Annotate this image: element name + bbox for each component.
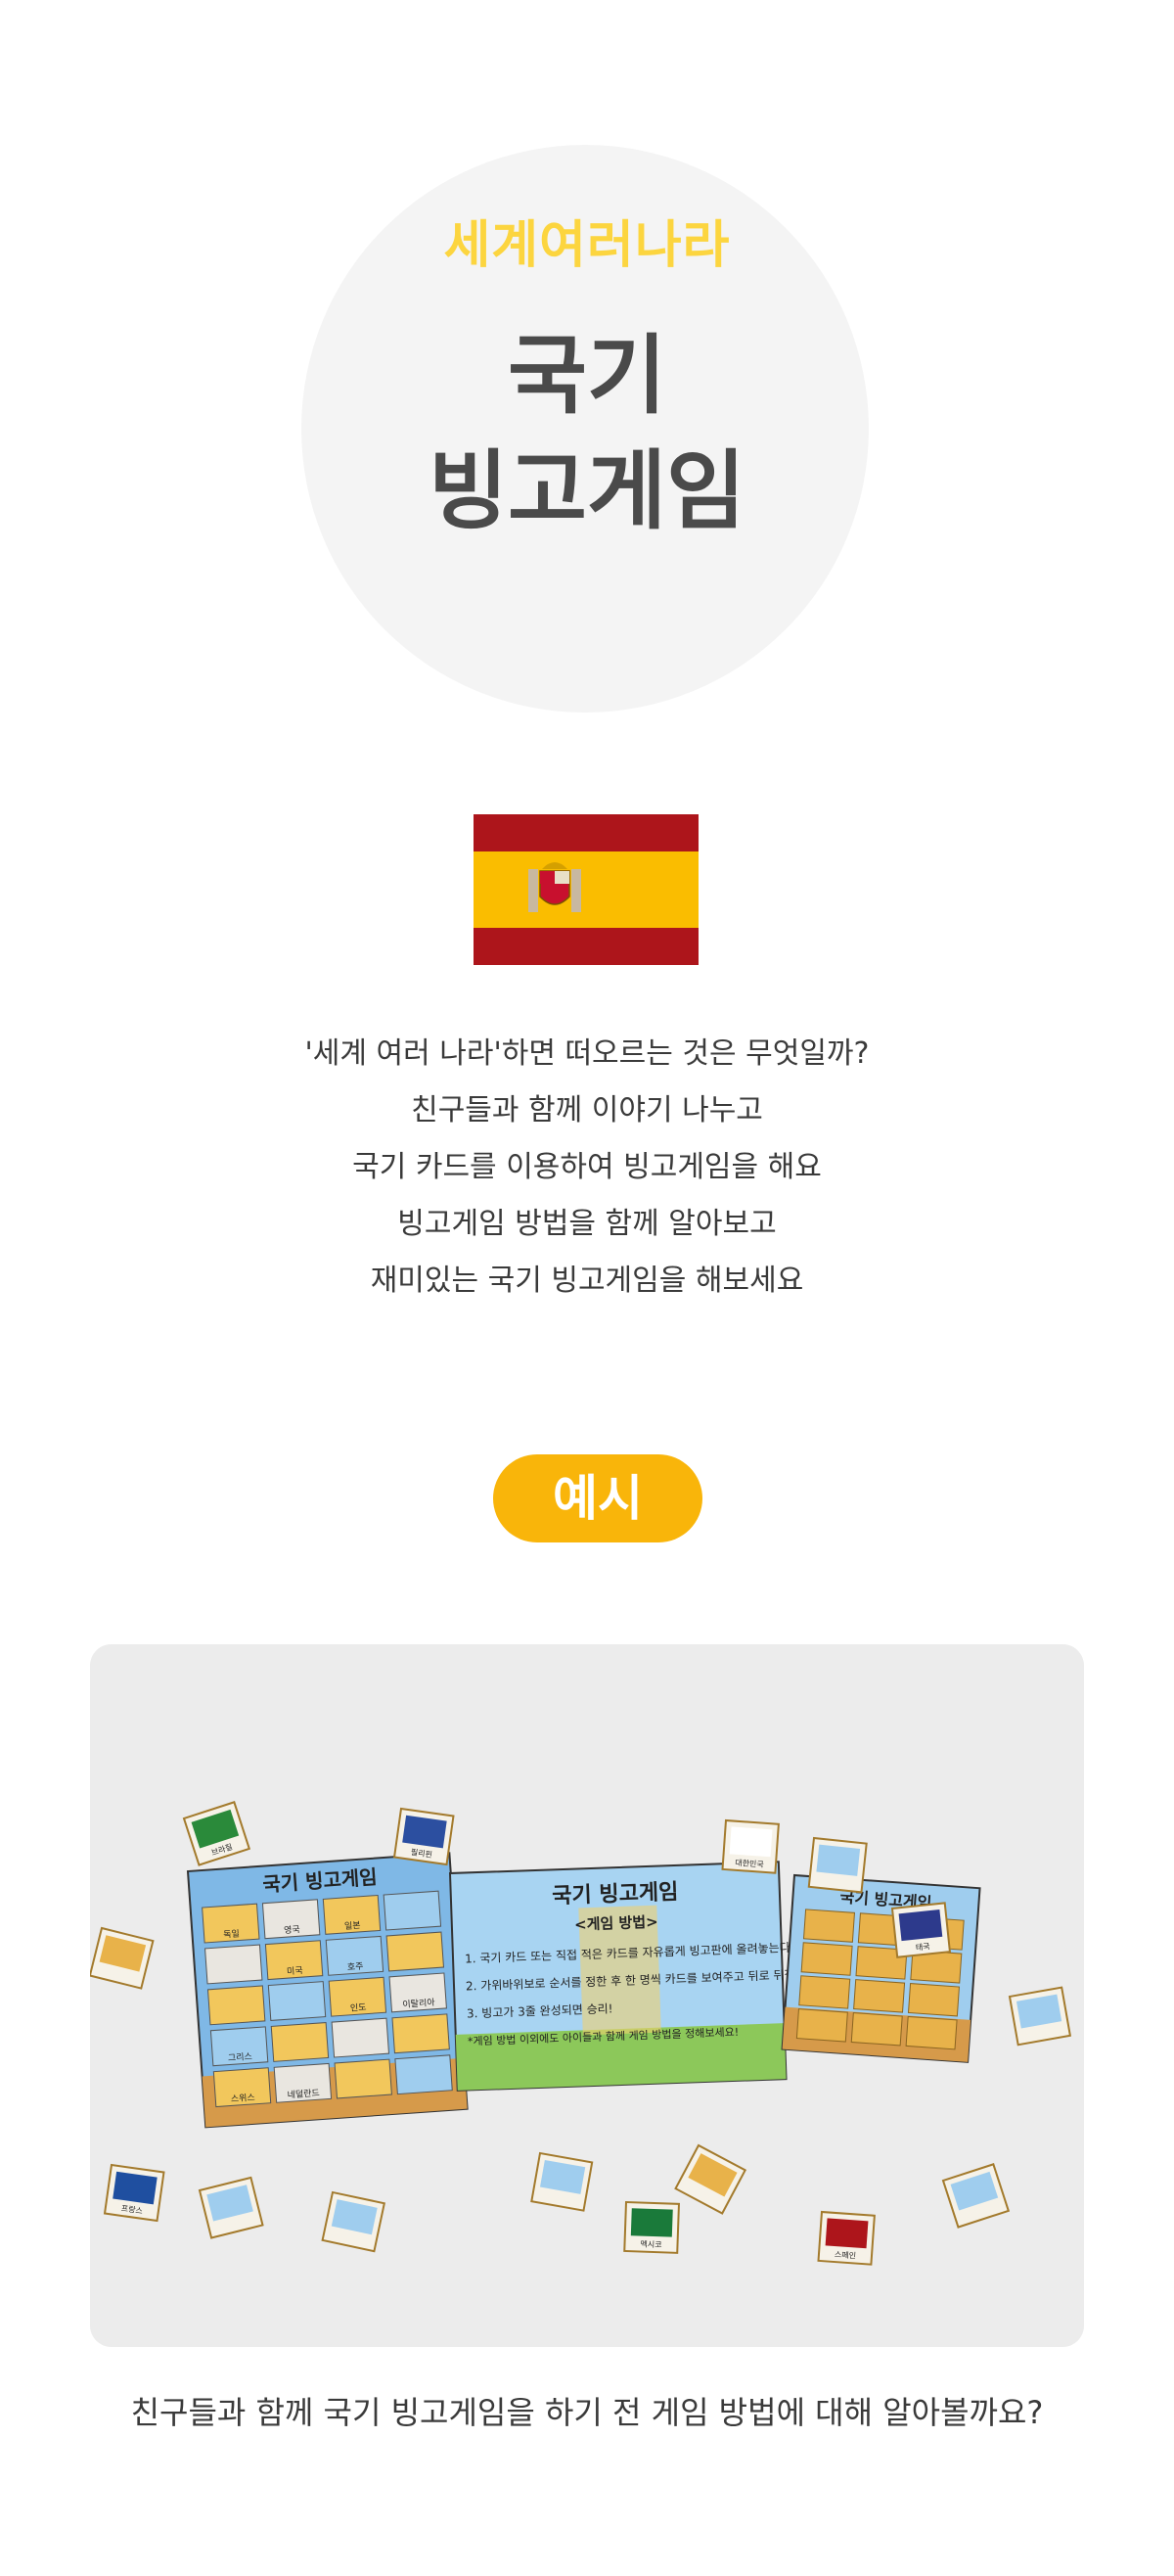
bingo-cell: 이탈리아 (388, 1972, 447, 2013)
bingo-cell (383, 1890, 442, 1931)
bingo-cell: 스위스 (212, 2067, 272, 2108)
bingo-cell (331, 2017, 390, 2058)
svg-text:영국: 영국 (284, 1924, 300, 1936)
center-board-title: 국기 빙고게임 (552, 1880, 679, 1909)
svg-text:태국: 태국 (915, 1942, 930, 1952)
hero-title-line1: 국기 (508, 325, 666, 426)
bingo-cell (385, 1931, 445, 1972)
bingo-card (798, 1975, 851, 2009)
bingo-game-photo: 국기 빙고게임 독일 영국 일본미국 호주인도 이탈리아그리스스위스 네덜란드 국기 빙고… (90, 1644, 1084, 2347)
bingo-cell (267, 1981, 327, 2021)
intro-line: 국기 카드를 이용하여 빙고게임을 해요 (352, 1150, 822, 1184)
bingo-card (853, 1979, 906, 2013)
example-badge: 예시 (493, 1454, 702, 1542)
flag-card: 멕시코 (623, 2200, 681, 2254)
flag-card (321, 2190, 386, 2253)
bottom-caption: 친구들과 함께 국기 빙고게임을 하기 전 게임 방법에 대해 알아볼까요? (130, 2394, 1044, 2431)
svg-text:대한민국: 대한민국 (735, 1858, 764, 1869)
bingo-card (800, 1942, 853, 1976)
svg-text:그리스: 그리스 (228, 2051, 253, 2064)
flag-card: 프랑스 (103, 2163, 165, 2223)
bingo-cell (270, 2021, 330, 2062)
bingo-card (795, 2008, 848, 2043)
flag-card (807, 1836, 868, 1894)
bingo-cell (334, 2058, 392, 2099)
svg-text:호주: 호주 (347, 1961, 364, 1973)
bingo-card (905, 2015, 958, 2050)
bingo-cell: 인도 (328, 1976, 387, 2017)
right-bingo-board: 국기 빙고게임 (781, 1873, 981, 2063)
intro-line: '세계 여러 나라'하면 떠오르는 것은 무엇일까? (304, 1036, 870, 1071)
intro-line: 친구들과 함께 이야기 나누고 (411, 1093, 763, 1127)
svg-text:멕시코: 멕시코 (640, 2239, 661, 2250)
svg-text:스위스: 스위스 (231, 2093, 256, 2105)
bingo-cell: 일본 (322, 1894, 382, 1935)
intro-text: '세계 여러 나라'하면 떠오르는 것은 무엇일까? 친구들과 함께 이야기 나… (0, 1026, 1174, 1310)
bingo-cell: 네덜란드 (273, 2062, 333, 2103)
bingo-card (802, 1909, 856, 1943)
bingo-cell: 미국 (264, 1940, 324, 1981)
flag-card: 필리핀 (392, 1807, 455, 1866)
flag-card: 대한민국 (721, 1818, 780, 1874)
svg-text:독일: 독일 (223, 1928, 240, 1940)
example-photo: 국기 빙고게임 독일 영국 일본미국 호주인도 이탈리아그리스스위스 네덜란드 국기 빙고… (90, 1644, 1084, 2347)
flag-card: 스페인 (817, 2210, 876, 2266)
bingo-cell (394, 2054, 453, 2095)
svg-text:스페인: 스페인 (835, 2249, 857, 2261)
bingo-card (907, 1983, 960, 2017)
bingo-cell: 그리스 (209, 2026, 269, 2067)
intro-line: 재미있는 국기 빙고게임을 해보세요 (370, 1264, 804, 1298)
hero-subtitle: 세계여러나라 (443, 216, 731, 275)
left-bingo-board: 국기 빙고게임 독일 영국 일본미국 호주인도 이탈리아그리스스위스 네덜란드 (186, 1852, 469, 2129)
bingo-cell: 독일 (202, 1903, 260, 1944)
center-rule-board: 국기 빙고게임 <게임 방법> 1. 국기 카드 또는 직접 적은 카드를 자유… (448, 1861, 817, 2092)
svg-text:미국: 미국 (287, 1965, 303, 1977)
svg-text:인도: 인도 (350, 2002, 367, 2014)
bingo-cell: 영국 (261, 1899, 321, 1940)
bingo-cell (204, 1944, 263, 1985)
flag-card: 태국 (890, 1902, 952, 1958)
flag-card (530, 2151, 594, 2212)
intro-line: 빙고게임 방법을 함께 알아보고 (397, 1207, 777, 1241)
bingo-cell (391, 2013, 450, 2054)
bingo-cell (206, 1985, 266, 2026)
hero-title-line2: 빙고게임 (429, 440, 745, 541)
bingo-cell: 호주 (325, 1935, 384, 1976)
spain-flag-icon (474, 814, 699, 965)
flag-card (1008, 1986, 1072, 2047)
center-board-subtitle: <게임 방법> (574, 1913, 658, 1934)
bingo-card (850, 2012, 903, 2047)
svg-text:일본: 일본 (344, 1920, 361, 1932)
